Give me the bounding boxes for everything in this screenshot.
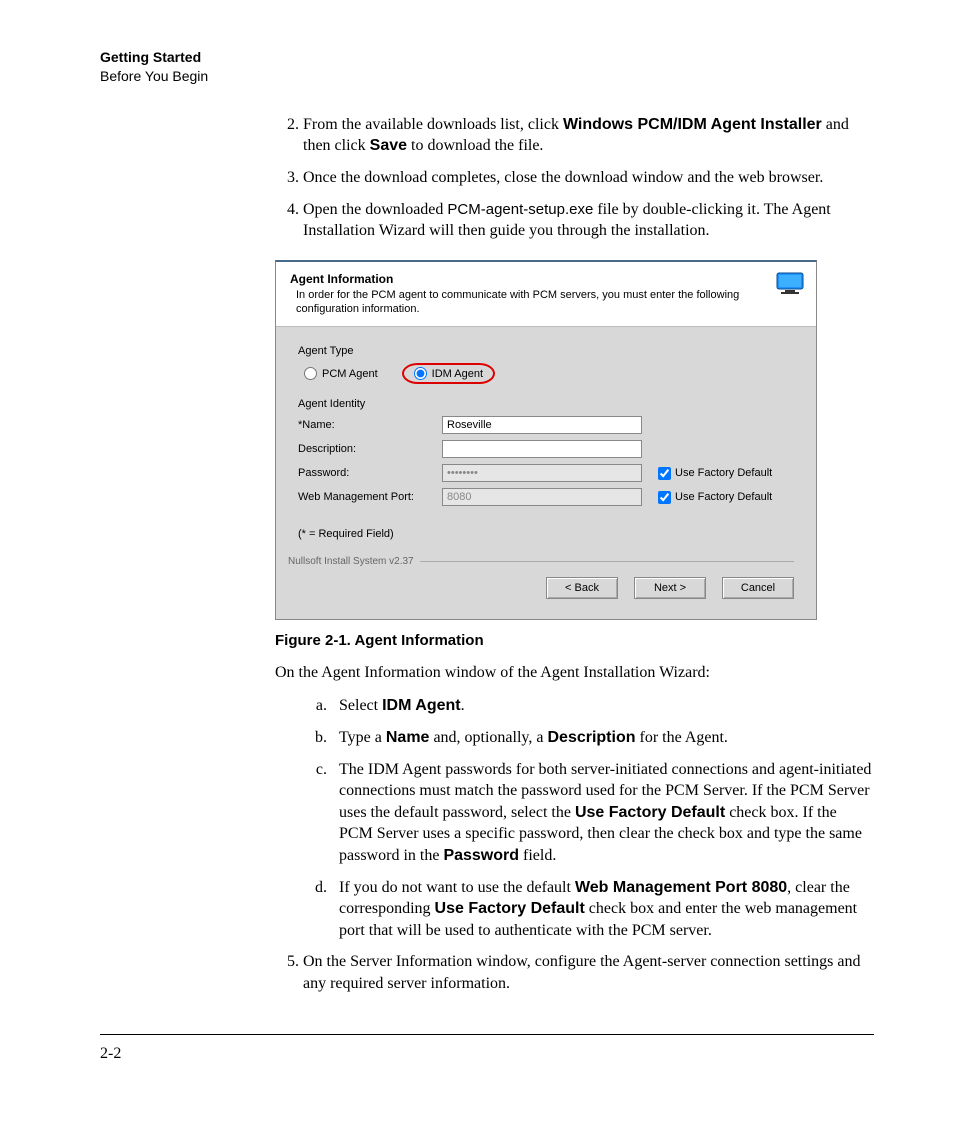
required-field-note: (* = Required Field) (298, 528, 794, 540)
installer-version: Nullsoft Install System v2.37 (288, 556, 794, 567)
figure-intro: On the Agent Information window of the A… (275, 661, 874, 685)
back-button[interactable]: < Back (546, 577, 618, 599)
description-input[interactable] (442, 440, 642, 458)
step-5: On the Server Information window, config… (303, 951, 874, 994)
section-title: Before You Begin (100, 67, 874, 86)
name-input[interactable] (442, 416, 642, 434)
dialog-title: Agent Information (290, 272, 764, 286)
step-4: Open the downloaded PCM-agent-setup.exe … (303, 199, 874, 242)
agent-type-label: Agent Type (298, 345, 794, 357)
idm-agent-radio[interactable]: IDM Agent (402, 363, 495, 384)
substep-b: Type a Name and, optionally, a Descripti… (331, 727, 874, 749)
password-input (442, 464, 642, 482)
port-default-checkbox[interactable] (658, 491, 671, 504)
substep-a: Select IDM Agent. (331, 695, 874, 717)
instruction-list-continued: On the Server Information window, config… (275, 951, 874, 994)
port-input (442, 488, 642, 506)
monitor-icon (776, 272, 804, 296)
page-number: 2-2 (100, 1045, 874, 1063)
password-label: Password: (298, 467, 438, 479)
page-header: Getting Started Before You Begin (100, 48, 874, 86)
port-label: Web Management Port: (298, 491, 438, 503)
agent-info-dialog: Agent Information In order for the PCM a… (275, 260, 817, 621)
figure-caption: Figure 2-1. Agent Information (275, 632, 874, 649)
main-content: From the available downloads list, click… (275, 114, 874, 995)
footer-rule (100, 1034, 874, 1035)
figure-agent-information: Agent Information In order for the PCM a… (275, 260, 874, 621)
description-label: Description: (298, 443, 438, 455)
pcm-agent-radio[interactable]: PCM Agent (304, 367, 378, 380)
instruction-list: From the available downloads list, click… (275, 114, 874, 242)
substep-c: The IDM Agent passwords for both server-… (331, 759, 874, 867)
next-button[interactable]: Next > (634, 577, 706, 599)
password-default-checkbox[interactable] (658, 467, 671, 480)
step-2: From the available downloads list, click… (303, 114, 874, 157)
sub-instruction-list: Select IDM Agent. Type a Name and, optio… (275, 695, 874, 941)
chapter-title: Getting Started (100, 48, 874, 67)
dialog-description: In order for the PCM agent to communicat… (290, 288, 764, 317)
name-label: *Name: (298, 419, 438, 431)
step-3: Once the download completes, close the d… (303, 167, 874, 189)
agent-identity-label: Agent Identity (298, 398, 794, 410)
substep-d: If you do not want to use the default We… (331, 877, 874, 942)
cancel-button[interactable]: Cancel (722, 577, 794, 599)
